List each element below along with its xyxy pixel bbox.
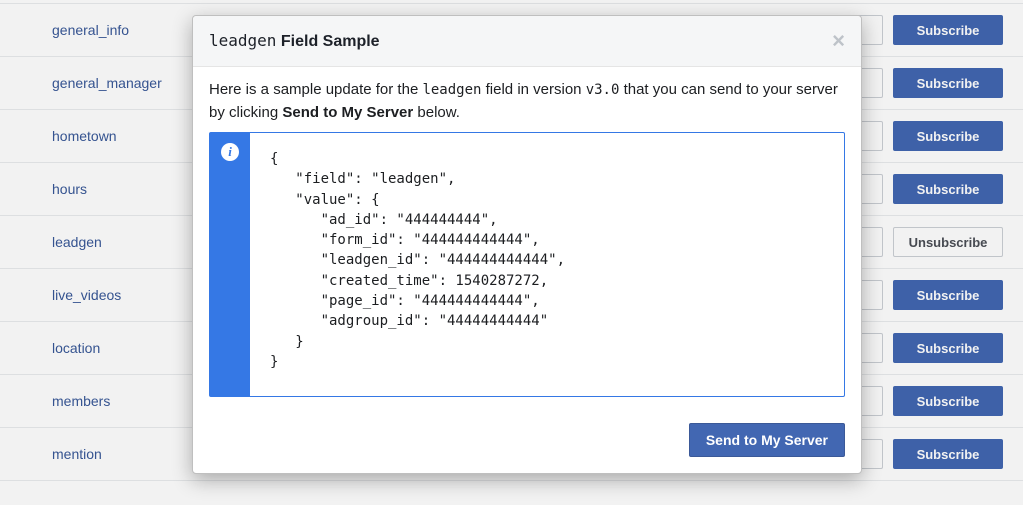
sample-json[interactable]: { "field": "leadgen", "value": { "ad_id"… (250, 133, 844, 396)
intro-code-field: leadgen (422, 82, 481, 98)
modal-title-code: leadgen (209, 31, 276, 50)
modal-footer: Send to My Server (193, 411, 861, 473)
intro-bold: Send to My Server (282, 104, 413, 121)
intro-code-version: v3.0 (586, 82, 620, 98)
send-to-server-button[interactable]: Send to My Server (689, 423, 845, 457)
modal-body: Here is a sample update for the leadgen … (193, 67, 861, 411)
close-icon[interactable]: × (832, 30, 845, 52)
sample-json-box: i { "field": "leadgen", "value": { "ad_i… (209, 132, 845, 397)
modal-title-text: Field Sample (276, 33, 379, 50)
info-icon: i (221, 143, 239, 161)
field-sample-modal: leadgen Field Sample × Here is a sample … (192, 15, 862, 474)
modal-title: leadgen Field Sample (209, 31, 832, 51)
modal-header: leadgen Field Sample × (193, 16, 861, 67)
intro-text: Here is a sample update for the leadgen … (209, 81, 838, 121)
info-stripe: i (210, 133, 250, 396)
